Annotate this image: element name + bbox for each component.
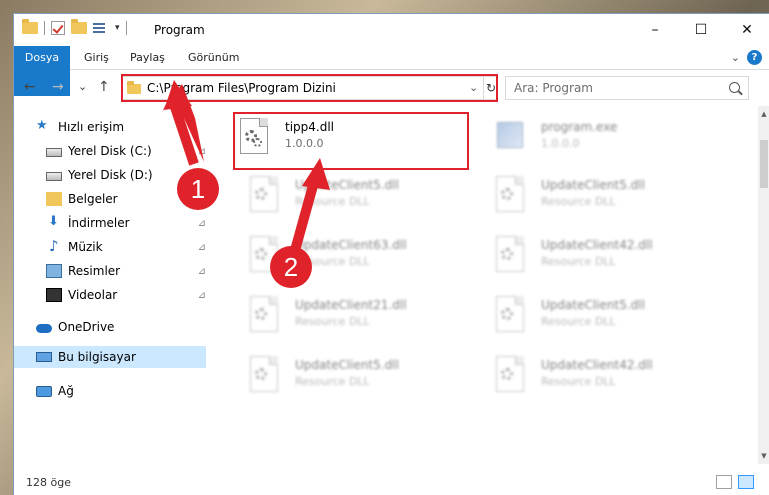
step-2-badge: 2: [270, 246, 312, 288]
step-1-badge: 1: [177, 168, 219, 210]
arrow-2-shaft: [289, 180, 319, 256]
arrow-2-tip: [302, 158, 330, 190]
explorer-window: ▾ Program – ☐ ✕ Dosya Giriş Paylaş Görün…: [13, 13, 769, 495]
arrow-1-tip: [164, 80, 192, 110]
annotation-arrows: [162, 80, 330, 256]
